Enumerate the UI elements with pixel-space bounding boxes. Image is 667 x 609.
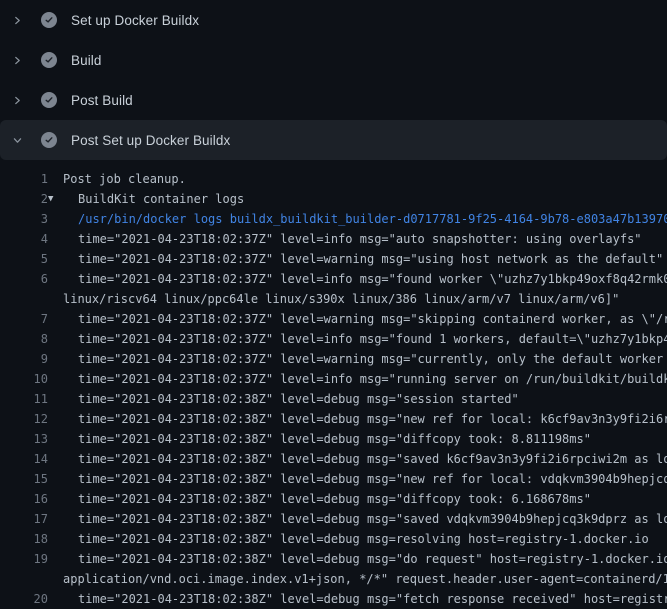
log-line: 12 time="2021-04-23T18:02:38Z" level=deb… bbox=[0, 409, 667, 429]
log-line: 19 time="2021-04-23T18:02:38Z" level=deb… bbox=[0, 549, 667, 569]
chevron-right-icon[interactable] bbox=[9, 92, 25, 108]
log-line-text: time="2021-04-23T18:02:37Z" level=warnin… bbox=[78, 309, 667, 329]
log-line-text: time="2021-04-23T18:02:38Z" level=debug … bbox=[78, 469, 667, 489]
triangle-down-icon[interactable]: ▼ bbox=[48, 189, 63, 209]
log-line-number[interactable]: 16 bbox=[0, 489, 48, 509]
step-title: Set up Docker Buildx bbox=[71, 13, 199, 28]
check-circle-icon bbox=[41, 12, 57, 28]
log-line: 16 time="2021-04-23T18:02:38Z" level=deb… bbox=[0, 489, 667, 509]
chevron-right-icon[interactable] bbox=[9, 12, 25, 28]
log-line-number[interactable]: 13 bbox=[0, 429, 48, 449]
log-line-text: /usr/bin/docker logs buildx_buildkit_bui… bbox=[78, 209, 667, 229]
log-line-number[interactable]: 7 bbox=[0, 309, 48, 329]
log-line-text: application/vnd.oci.image.index.v1+json,… bbox=[63, 569, 667, 589]
log-line: 18 time="2021-04-23T18:02:38Z" level=deb… bbox=[0, 529, 667, 549]
log-line-number[interactable]: 19 bbox=[0, 549, 48, 569]
step-section-header[interactable]: Build bbox=[0, 40, 667, 80]
log-line: 5 time="2021-04-23T18:02:37Z" level=warn… bbox=[0, 249, 667, 269]
log-line: 1 Post job cleanup. bbox=[0, 169, 667, 189]
log-line-number[interactable]: 11 bbox=[0, 389, 48, 409]
chevron-down-icon[interactable] bbox=[9, 132, 25, 148]
log-line: linux/riscv64 linux/ppc64le linux/s390x … bbox=[0, 289, 667, 309]
log-line-text: time="2021-04-23T18:02:38Z" level=debug … bbox=[78, 589, 667, 609]
log-line-number[interactable]: 12 bbox=[0, 409, 48, 429]
check-circle-icon bbox=[41, 92, 57, 108]
step-title: Post Build bbox=[71, 93, 133, 108]
log-line: 20 time="2021-04-23T18:02:38Z" level=deb… bbox=[0, 589, 667, 609]
log-line-number[interactable]: 20 bbox=[0, 589, 48, 609]
log-line-number[interactable]: 10 bbox=[0, 369, 48, 389]
log-line: 8 time="2021-04-23T18:02:37Z" level=info… bbox=[0, 329, 667, 349]
step-section-header[interactable]: Set up Docker Buildx bbox=[0, 0, 667, 40]
log-line: application/vnd.oci.image.index.v1+json,… bbox=[0, 569, 667, 589]
log-line-number[interactable]: 8 bbox=[0, 329, 48, 349]
log-line-text: time="2021-04-23T18:02:37Z" level=info m… bbox=[78, 229, 642, 249]
log-line: 15 time="2021-04-23T18:02:38Z" level=deb… bbox=[0, 469, 667, 489]
check-circle-icon bbox=[41, 52, 57, 68]
log-line-number bbox=[0, 289, 48, 309]
log-line: 7 time="2021-04-23T18:02:37Z" level=warn… bbox=[0, 309, 667, 329]
log-line-text: time="2021-04-23T18:02:38Z" level=debug … bbox=[78, 529, 649, 549]
log-line-text: time="2021-04-23T18:02:37Z" level=info m… bbox=[78, 269, 667, 289]
log-line-text: time="2021-04-23T18:02:38Z" level=debug … bbox=[78, 549, 667, 569]
log-line-text: time="2021-04-23T18:02:38Z" level=debug … bbox=[78, 409, 667, 429]
log-line-text: time="2021-04-23T18:02:37Z" level=info m… bbox=[78, 329, 667, 349]
log-line-text: time="2021-04-23T18:02:37Z" level=info m… bbox=[78, 369, 667, 389]
log-line-text: time="2021-04-23T18:02:38Z" level=debug … bbox=[78, 489, 591, 509]
log-line: 13 time="2021-04-23T18:02:38Z" level=deb… bbox=[0, 429, 667, 449]
log-line: 10 time="2021-04-23T18:02:37Z" level=inf… bbox=[0, 369, 667, 389]
step-log-output: 1 Post job cleanup. 2 ▼ BuildKit containe… bbox=[0, 160, 667, 609]
log-line-number[interactable]: 3 bbox=[0, 209, 48, 229]
log-line: 11 time="2021-04-23T18:02:38Z" level=deb… bbox=[0, 389, 667, 409]
log-line-text: time="2021-04-23T18:02:37Z" level=warnin… bbox=[78, 249, 663, 269]
log-line-text: time="2021-04-23T18:02:38Z" level=debug … bbox=[78, 449, 667, 469]
log-line-text: linux/riscv64 linux/ppc64le linux/s390x … bbox=[63, 289, 619, 309]
log-line-text: time="2021-04-23T18:02:38Z" level=debug … bbox=[78, 509, 667, 529]
log-line: 3 /usr/bin/docker logs buildx_buildkit_b… bbox=[0, 209, 667, 229]
log-line-number[interactable]: 4 bbox=[0, 229, 48, 249]
chevron-right-icon[interactable] bbox=[9, 52, 25, 68]
log-line-text: time="2021-04-23T18:02:38Z" level=debug … bbox=[78, 429, 591, 449]
log-group-toggle[interactable]: 2 ▼ BuildKit container logs bbox=[0, 189, 667, 209]
check-circle-icon bbox=[41, 132, 57, 148]
step-section-header[interactable]: Post Set up Docker Buildx bbox=[0, 120, 667, 160]
log-line-number[interactable]: 18 bbox=[0, 529, 48, 549]
log-line-number[interactable]: 17 bbox=[0, 509, 48, 529]
log-line-text: BuildKit container logs bbox=[78, 189, 244, 209]
log-line-number[interactable]: 1 bbox=[0, 169, 48, 189]
log-line-number[interactable]: 6 bbox=[0, 269, 48, 289]
log-line-number[interactable]: 9 bbox=[0, 349, 48, 369]
log-line: 9 time="2021-04-23T18:02:37Z" level=warn… bbox=[0, 349, 667, 369]
log-line-number[interactable]: 5 bbox=[0, 249, 48, 269]
workflow-steps-list: Set up Docker Buildx Build Post Build bbox=[0, 0, 667, 160]
log-line: 14 time="2021-04-23T18:02:38Z" level=deb… bbox=[0, 449, 667, 469]
log-line-text: time="2021-04-23T18:02:37Z" level=warnin… bbox=[78, 349, 667, 369]
log-line-number[interactable]: 14 bbox=[0, 449, 48, 469]
log-line-number[interactable]: 2 bbox=[0, 189, 48, 209]
step-title: Post Set up Docker Buildx bbox=[71, 133, 230, 148]
step-section-header[interactable]: Post Build bbox=[0, 80, 667, 120]
log-line-text: time="2021-04-23T18:02:38Z" level=debug … bbox=[78, 389, 519, 409]
log-line-number bbox=[0, 569, 48, 589]
log-line-number[interactable]: 15 bbox=[0, 469, 48, 489]
log-line: 17 time="2021-04-23T18:02:38Z" level=deb… bbox=[0, 509, 667, 529]
log-line: 6 time="2021-04-23T18:02:37Z" level=info… bbox=[0, 269, 667, 289]
log-line: 4 time="2021-04-23T18:02:37Z" level=info… bbox=[0, 229, 667, 249]
log-line-text: Post job cleanup. bbox=[63, 169, 186, 189]
step-title: Build bbox=[71, 53, 102, 68]
